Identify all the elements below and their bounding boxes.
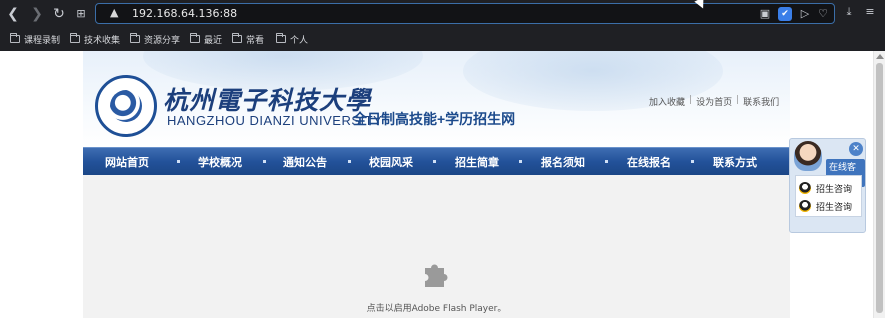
folder-icon: [10, 33, 20, 43]
menu-icon[interactable]: ≡: [862, 4, 878, 20]
nav-online-registration[interactable]: 在线报名: [605, 154, 693, 170]
flash-message[interactable]: 点击以启用Adobe Flash Player。: [83, 301, 790, 314]
tab-grid-icon[interactable]: ⊞: [72, 5, 90, 23]
url-text[interactable]: 192.168.64.136:88: [132, 6, 237, 21]
scroll-thumb[interactable]: [876, 63, 883, 313]
qq-icon: [799, 182, 811, 194]
shield-icon[interactable]: ✔: [778, 7, 792, 21]
divider: |: [736, 95, 740, 105]
plugin-puzzle-icon: [425, 264, 448, 287]
scroll-up-arrow-icon[interactable]: [876, 54, 884, 59]
back-icon[interactable]: ❮: [4, 5, 22, 23]
bookmarks-bar: 课程录制 技术收集 资源分享 最近 常看 个人: [0, 29, 885, 49]
folder-icon: [130, 33, 140, 43]
logo-emblem: [110, 90, 142, 122]
download-icon[interactable]: ⤓: [841, 4, 857, 20]
university-name-en: HANGZHOU DIANZI UNIVERSITY: [167, 113, 383, 128]
site-subtitle: 全日制高技能+学历招生网: [353, 111, 516, 127]
customer-service-widget: ✕ 在线客服 招生咨询 招生咨询: [789, 138, 866, 233]
divider: |: [689, 95, 693, 105]
bookmark-folder[interactable]: 课程录制: [10, 31, 60, 47]
forward-icon[interactable]: ❯: [28, 5, 46, 23]
consult-label: 招生咨询: [816, 184, 853, 195]
flash-placeholder[interactable]: 点击以启用Adobe Flash Player。: [83, 175, 790, 318]
qq-icon: [799, 200, 811, 212]
top-links: 加入收藏 | 设为首页 | 联系我们: [649, 95, 779, 108]
folder-icon: [232, 33, 242, 43]
nav-campus[interactable]: 校园风采: [347, 154, 435, 170]
nav-registration-notes[interactable]: 报名须知: [519, 154, 607, 170]
heart-icon[interactable]: ♡: [816, 7, 830, 21]
consult-label: 招生咨询: [816, 202, 853, 213]
bookmark-folder[interactable]: 最近: [190, 31, 222, 47]
university-name-cn: 杭州電子科技大學: [163, 86, 372, 115]
nav-admission-guide[interactable]: 招生简章: [433, 154, 521, 170]
address-bar[interactable]: ▲ 192.168.64.136:88 ▣ ✔ ▷ ♡: [95, 3, 835, 24]
consult-item[interactable]: 招生咨询: [799, 180, 852, 196]
bookmark-folder[interactable]: 常看: [232, 31, 264, 47]
site-banner: 杭州電子科技大學 HANGZHOU DIANZI UNIVERSITY 全日制高…: [83, 51, 790, 147]
site-container: 杭州電子科技大學 HANGZHOU DIANZI UNIVERSITY 全日制高…: [83, 51, 790, 318]
folder-icon: [276, 33, 286, 43]
link-contact-us[interactable]: 联系我们: [743, 95, 779, 108]
page-viewport: 杭州電子科技大學 HANGZHOU DIANZI UNIVERSITY 全日制高…: [0, 51, 885, 318]
browser-chrome: ❮ ❯ ↻ ⊞ ▲ 192.168.64.136:88 ▣ ✔ ▷ ♡ ⤓ ≡ …: [0, 0, 885, 51]
bookmark-folder[interactable]: 资源分享: [130, 31, 180, 47]
nav-home[interactable]: 网站首页: [83, 154, 171, 170]
nav-school-overview[interactable]: 学校概况: [176, 154, 264, 170]
folder-icon: [70, 33, 80, 43]
reload-icon[interactable]: ↻: [50, 5, 68, 23]
bookmark-folder[interactable]: 个人: [276, 31, 308, 47]
nav-contact[interactable]: 联系方式: [691, 154, 779, 170]
main-nav: 网站首页 学校概况 通知公告 校园风采 招生简章 报名须知 在线报名 联系方式: [83, 147, 790, 175]
university-logo[interactable]: [95, 75, 157, 137]
agent-avatar: [794, 141, 822, 171]
camera-icon[interactable]: ▣: [758, 7, 772, 21]
folder-icon: [190, 33, 200, 43]
consult-list: 招生咨询 招生咨询: [795, 175, 862, 217]
bookmark-folder[interactable]: 技术收集: [70, 31, 120, 47]
link-set-homepage[interactable]: 设为首页: [696, 95, 732, 108]
nav-announcements[interactable]: 通知公告: [261, 154, 349, 170]
consult-item[interactable]: 招生咨询: [799, 198, 852, 214]
close-icon[interactable]: ✕: [849, 142, 863, 156]
send-icon[interactable]: ▷: [798, 7, 812, 21]
scrollbar[interactable]: [873, 51, 885, 318]
warning-icon[interactable]: ▲: [110, 6, 124, 20]
link-add-favorite[interactable]: 加入收藏: [649, 95, 685, 108]
